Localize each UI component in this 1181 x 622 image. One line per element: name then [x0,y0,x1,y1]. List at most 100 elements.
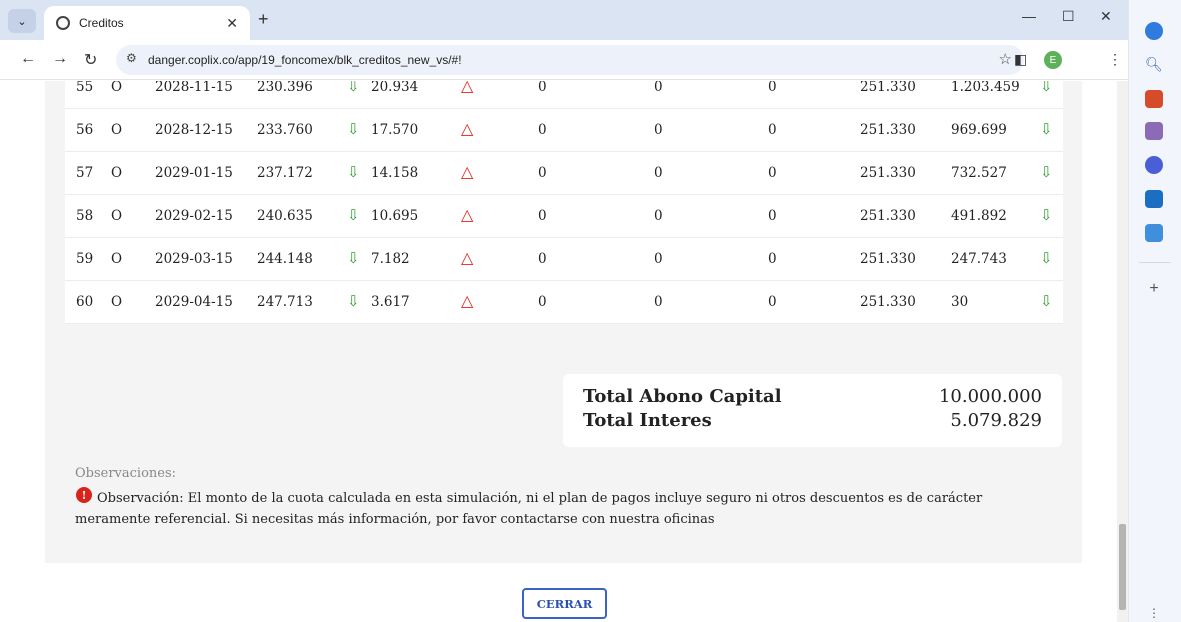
office-icon[interactable] [1145,156,1163,174]
warning-triangle-icon[interactable]: △ [461,291,473,310]
cell-flag: O [111,122,123,138]
cell-date: 2028-12-15 [155,122,233,138]
new-tab-icon[interactable]: + [258,9,269,30]
arrow-down-icon[interactable]: ⇩ [347,163,360,181]
cell-date: 2029-04-15 [155,294,233,310]
arrow-down-icon[interactable]: ⇩ [347,81,360,95]
close-icon[interactable]: ✕ [226,15,238,32]
address-bar[interactable]: ⚙ danger.coplix.co/app/19_foncomex/blk_c… [116,45,1024,75]
table-row: 59 O 2029-03-15 244.148 7.182 0 0 0 251.330 247.7… [65,238,1063,281]
cell-interest: 7.182 [371,251,410,267]
outlook-icon[interactable] [1145,190,1163,208]
maximize-icon[interactable]: ☐ [1062,8,1075,25]
back-icon[interactable]: ← [20,50,36,68]
cell-flag: O [111,81,123,95]
tools-icon[interactable] [1145,90,1163,108]
cell-num: 58 [76,208,94,224]
arrow-down-icon[interactable]: ⇩ [1040,292,1053,310]
cell-saldo: 491.892 [951,208,1007,224]
total-capital-value: 10.000.000 [938,386,1042,407]
cell-c3: 0 [768,208,777,224]
cell-c1: 0 [538,294,547,310]
cell-capital: 237.172 [257,165,313,181]
totals-box: Total Abono Capital 10.000.000 Total Int… [563,374,1062,447]
arrow-down-icon[interactable]: ⇩ [347,120,360,138]
payment-table: 55 O 2028-11-15 230.396 20.934 0 0 0 251.330 1.20… [65,81,1063,324]
cell-num: 57 [76,165,94,181]
cell-c1: 0 [538,208,547,224]
window-close-icon[interactable]: ✕ [1100,8,1112,25]
cerrar-button[interactable]: CERRAR [522,588,607,619]
avatar[interactable]: E [1044,51,1062,69]
cell-c3: 0 [768,251,777,267]
warning-triangle-icon[interactable]: △ [461,119,473,138]
cell-capital: 240.635 [257,208,313,224]
edge-side-panel: 🔍︎ + ⋮ [1128,0,1181,622]
cell-c2: 0 [654,251,663,267]
arrow-down-icon[interactable]: ⇩ [1040,163,1053,181]
cell-num: 59 [76,251,94,267]
tab-creditos[interactable]: Creditos ✕ [44,6,250,40]
arrow-down-icon[interactable]: ⇩ [347,249,360,267]
search-icon[interactable]: 🔍︎ [1145,56,1163,74]
games-icon[interactable] [1145,122,1163,140]
cell-date: 2029-01-15 [155,165,233,181]
cell-flag: O [111,165,123,181]
total-capital-label: Total Abono Capital [583,386,782,407]
cell-saldo: 247.743 [951,251,1007,267]
site-settings-icon[interactable]: ⚙ [126,51,137,65]
arrow-down-icon[interactable]: ⇩ [1040,249,1053,267]
cell-c1: 0 [538,122,547,138]
cell-c2: 0 [654,294,663,310]
cell-num: 60 [76,294,94,310]
tab-dropdown-icon[interactable]: ⌄ [8,9,36,33]
cell-capital: 230.396 [257,81,313,95]
cell-cuota: 251.330 [860,81,916,95]
warning-triangle-icon[interactable]: △ [461,205,473,224]
cell-interest: 20.934 [371,81,419,95]
cell-c1: 0 [538,165,547,181]
cell-interest: 3.617 [371,294,410,310]
cell-date: 2029-03-15 [155,251,233,267]
table-row: 60 O 2029-04-15 247.713 3.617 0 0 0 251.330 30 ⇩ △ ⇩ [65,281,1063,324]
total-interes-value: 5.079.829 [950,410,1042,431]
arrow-down-icon[interactable]: ⇩ [347,292,360,310]
star-icon[interactable]: ☆ [999,50,1012,68]
page-content: 55 O 2028-11-15 230.396 20.934 0 0 0 251.330 1.20… [0,81,1128,622]
scrollbar-thumb[interactable] [1119,524,1126,610]
observaciones-text: Observación: El monto de la cuota calcul… [75,491,983,527]
warning-triangle-icon[interactable]: △ [461,248,473,267]
reload-icon[interactable]: ↻ [84,50,97,70]
add-icon[interactable]: + [1145,280,1163,298]
tab-title: Creditos [79,16,124,30]
more-icon[interactable]: ⋮ [1145,606,1163,622]
warning-triangle-icon[interactable]: △ [461,162,473,181]
cell-interest: 10.695 [371,208,419,224]
forward-icon[interactable]: → [52,50,68,68]
drop-icon[interactable] [1145,224,1163,242]
cell-saldo: 30 [951,294,969,310]
arrow-down-icon[interactable]: ⇩ [1040,120,1053,138]
cell-flag: O [111,208,123,224]
observaciones-title: Observaciones: [75,466,177,481]
cell-c1: 0 [538,81,547,95]
cell-interest: 17.570 [371,122,419,138]
cell-c2: 0 [654,81,663,95]
cell-c2: 0 [654,122,663,138]
cell-c3: 0 [768,165,777,181]
warning-triangle-icon[interactable]: △ [461,81,473,95]
arrow-down-icon[interactable]: ⇩ [1040,206,1053,224]
side-panel-icon[interactable]: ◧ [1014,51,1027,68]
cell-capital: 244.148 [257,251,313,267]
minimize-icon[interactable]: — [1022,8,1036,24]
tab-strip: ⌄ Creditos ✕ + — ☐ ✕ [0,0,1128,40]
cell-capital: 247.713 [257,294,313,310]
total-interes-label: Total Interes [583,410,712,431]
cell-c3: 0 [768,81,777,95]
globe-icon [56,16,70,30]
menu-icon[interactable]: ⋮ [1108,51,1122,68]
copilot-icon[interactable] [1145,22,1163,40]
arrow-down-icon[interactable]: ⇩ [347,206,360,224]
arrow-down-icon[interactable]: ⇩ [1040,81,1053,95]
cell-c3: 0 [768,294,777,310]
